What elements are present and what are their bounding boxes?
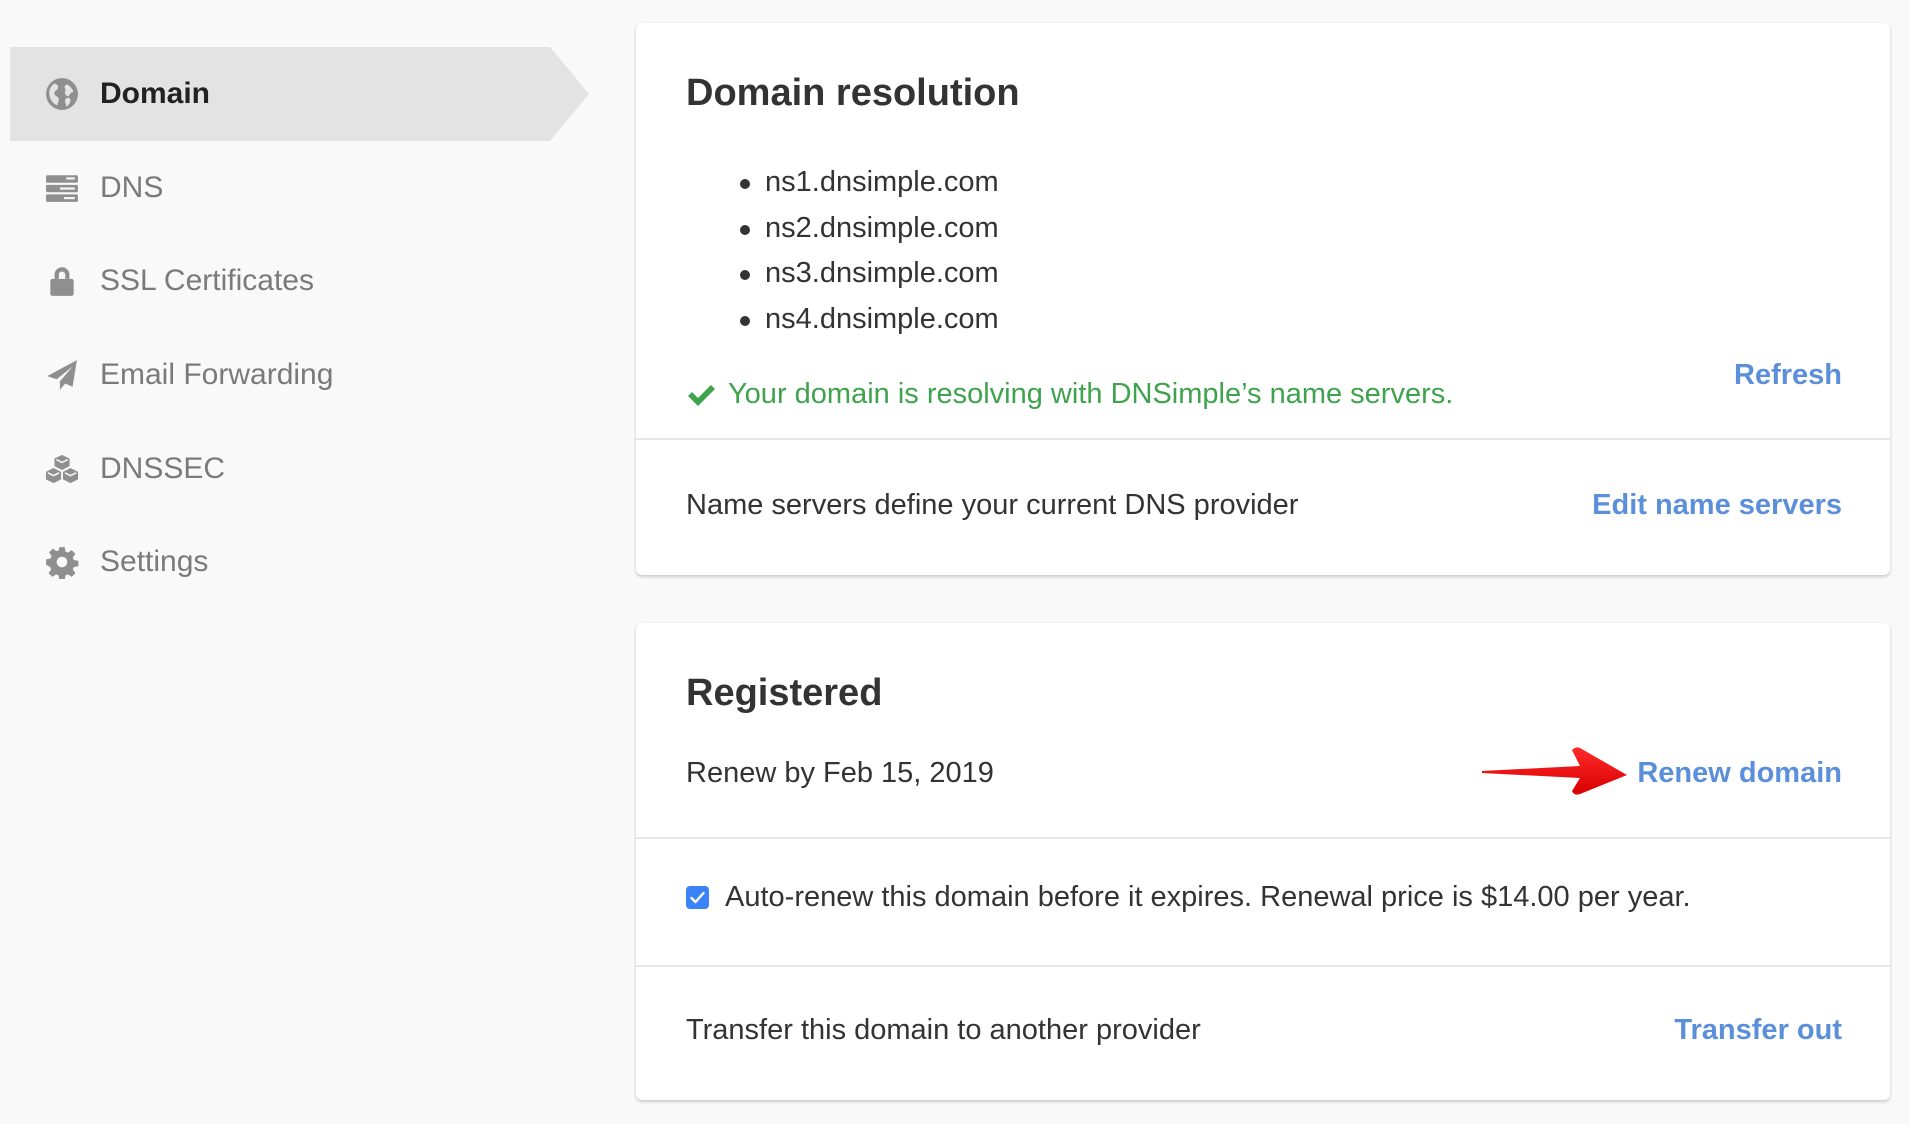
- renew-domain-link[interactable]: Renew domain: [1637, 753, 1842, 793]
- transfer-description: Transfer this domain to another provider: [686, 1014, 1201, 1046]
- sidebar: Domain DNS SSL Certificates Email Forwar…: [0, 0, 600, 1124]
- server-icon: [42, 168, 82, 208]
- globe-icon: [42, 74, 82, 114]
- paper-plane-icon: [42, 355, 82, 395]
- sidebar-item-settings[interactable]: Settings: [10, 515, 550, 609]
- sidebar-item-label: DNS: [100, 171, 164, 204]
- resolution-status: Your domain is resolving with DNSimple’s…: [686, 378, 1453, 411]
- sidebar-item-email-forwarding[interactable]: Email Forwarding: [10, 328, 550, 422]
- cubes-icon: [42, 449, 82, 489]
- sidebar-item-label: Settings: [100, 545, 209, 578]
- card-title: Domain resolution: [686, 72, 1020, 114]
- name-server-item: ns1.dnsimple.com: [686, 160, 999, 206]
- lock-icon: [42, 261, 82, 301]
- sidebar-item-ssl-certificates[interactable]: SSL Certificates: [10, 234, 550, 328]
- checkmark-icon: [690, 891, 705, 904]
- refresh-link[interactable]: Refresh: [1734, 355, 1842, 395]
- sidebar-item-dnssec[interactable]: DNSSEC: [10, 422, 550, 516]
- status-text: Your domain is resolving with DNSimple’s…: [728, 378, 1454, 410]
- name-servers-description: Name servers define your current DNS pro…: [686, 489, 1299, 521]
- auto-renew-label: Auto-renew this domain before it expires…: [725, 881, 1691, 913]
- divider: [636, 438, 1890, 440]
- auto-renew-checkbox[interactable]: [686, 886, 709, 909]
- sidebar-item-domain[interactable]: Domain: [10, 47, 589, 141]
- gear-icon: [42, 542, 82, 582]
- registered-card: Registered Renew by Feb 15, 2019 Renew d…: [636, 623, 1890, 1100]
- renew-by-date: Renew by Feb 15, 2019: [686, 757, 994, 789]
- sidebar-item-label: DNSSEC: [100, 452, 226, 485]
- divider: [636, 837, 1890, 839]
- divider: [636, 965, 1890, 967]
- sidebar-item-dns[interactable]: DNS: [10, 141, 550, 235]
- domain-resolution-card: Domain resolution ns1.dnsimple.com ns2.d…: [636, 23, 1890, 575]
- edit-name-servers-link[interactable]: Edit name servers: [1592, 485, 1842, 525]
- name-server-item: ns4.dnsimple.com: [686, 297, 999, 343]
- card-title: Registered: [686, 672, 883, 714]
- name-server-item: ns3.dnsimple.com: [686, 251, 999, 297]
- transfer-out-link[interactable]: Transfer out: [1674, 1010, 1842, 1050]
- name-server-item: ns2.dnsimple.com: [686, 206, 999, 252]
- auto-renew-row: Auto-renew this domain before it expires…: [686, 881, 1691, 914]
- name-server-list: ns1.dnsimple.com ns2.dnsimple.com ns3.dn…: [686, 160, 999, 342]
- sidebar-item-label: Domain: [100, 77, 211, 110]
- sidebar-item-label: SSL Certificates: [100, 264, 314, 297]
- check-icon: [688, 384, 715, 406]
- sidebar-item-label: Email Forwarding: [100, 358, 334, 391]
